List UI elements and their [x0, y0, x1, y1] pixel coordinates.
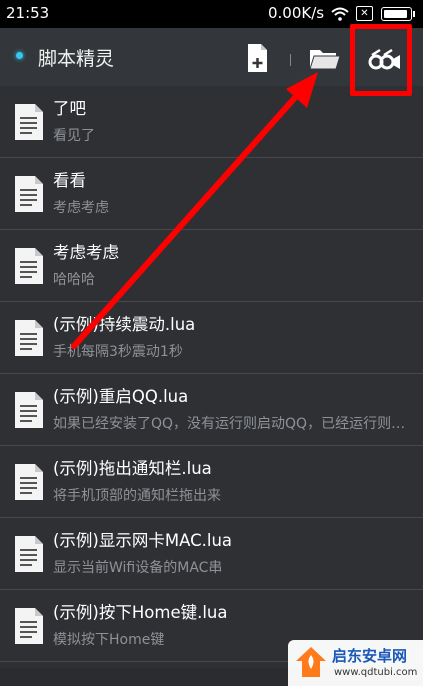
watermark-url: www.qdtubi.com: [334, 667, 418, 678]
script-title: (示例)显示网卡MAC.lua: [53, 531, 233, 550]
script-description: 如果已经安装了QQ，没有运行则启动QQ，已经运行则重启QQ: [53, 416, 408, 432]
script-title: (示例)拖出通知栏.lua: [53, 459, 212, 478]
watermark-name: 启东安卓网: [332, 647, 408, 665]
script-title: (示例)重启QQ.lua: [53, 387, 189, 406]
status-time: 21:53: [6, 4, 50, 22]
wifi-icon: [331, 7, 349, 21]
script-title: (示例)持续震动.lua: [53, 315, 196, 334]
script-title: 了吧: [53, 99, 86, 118]
script-file-icon: [15, 176, 43, 212]
script-file-icon: [15, 464, 43, 500]
script-description: 考虑考虑: [53, 200, 109, 216]
script-list: 了吧 看见了 看看 考虑考虑 考虑考虑 哈哈哈 (示例)持续震动.lua 手机每…: [0, 86, 423, 668]
script-row[interactable]: (示例)拖出通知栏.lua 将手机顶部的通知栏拖出来: [0, 446, 423, 518]
script-description: 手机每隔3秒震动1秒: [53, 344, 183, 360]
script-description: 将手机顶部的通知栏拖出来: [53, 488, 221, 504]
no-sim-icon: ✕: [356, 6, 373, 21]
battery-icon: [381, 7, 415, 21]
folder-icon: [309, 50, 341, 70]
script-file-icon: [15, 608, 43, 644]
add-script-button[interactable]: [237, 38, 277, 78]
app-status-dot: [16, 52, 23, 59]
watermark-logo: [296, 647, 326, 677]
script-row[interactable]: 了吧 看见了: [0, 86, 423, 158]
highlight-box: [350, 24, 412, 96]
script-title: (示例)按下Home键.lua: [53, 603, 228, 622]
toolbar-divider: [290, 54, 291, 66]
script-row[interactable]: 看看 考虑考虑: [0, 158, 423, 230]
script-file-icon: [15, 536, 43, 572]
script-row[interactable]: (示例)持续震动.lua 手机每隔3秒震动1秒: [0, 302, 423, 374]
script-file-icon: [15, 320, 43, 356]
script-file-icon: [15, 248, 43, 284]
script-file-icon: [15, 392, 43, 428]
script-title: 考虑考虑: [53, 243, 119, 262]
file-plus-icon: [248, 44, 267, 72]
script-title: 看看: [53, 171, 86, 190]
script-description: 哈哈哈: [53, 272, 95, 288]
script-row[interactable]: (示例)显示网卡MAC.lua 显示当前Wifi设备的MAC串: [0, 518, 423, 590]
script-description: 看见了: [53, 128, 95, 144]
app-title: 脚本精灵: [38, 48, 115, 70]
script-description: 显示当前Wifi设备的MAC串: [53, 560, 223, 576]
site-watermark: 启东安卓网 www.qdtubi.com: [288, 640, 423, 686]
script-row[interactable]: (示例)重启QQ.lua 如果已经安装了QQ，没有运行则启动QQ，已经运行则重启…: [0, 374, 423, 446]
open-folder-button[interactable]: [304, 38, 344, 78]
script-file-icon: [15, 104, 43, 140]
network-speed: 0.00K/s: [268, 4, 325, 22]
script-row[interactable]: 考虑考虑 哈哈哈: [0, 230, 423, 302]
